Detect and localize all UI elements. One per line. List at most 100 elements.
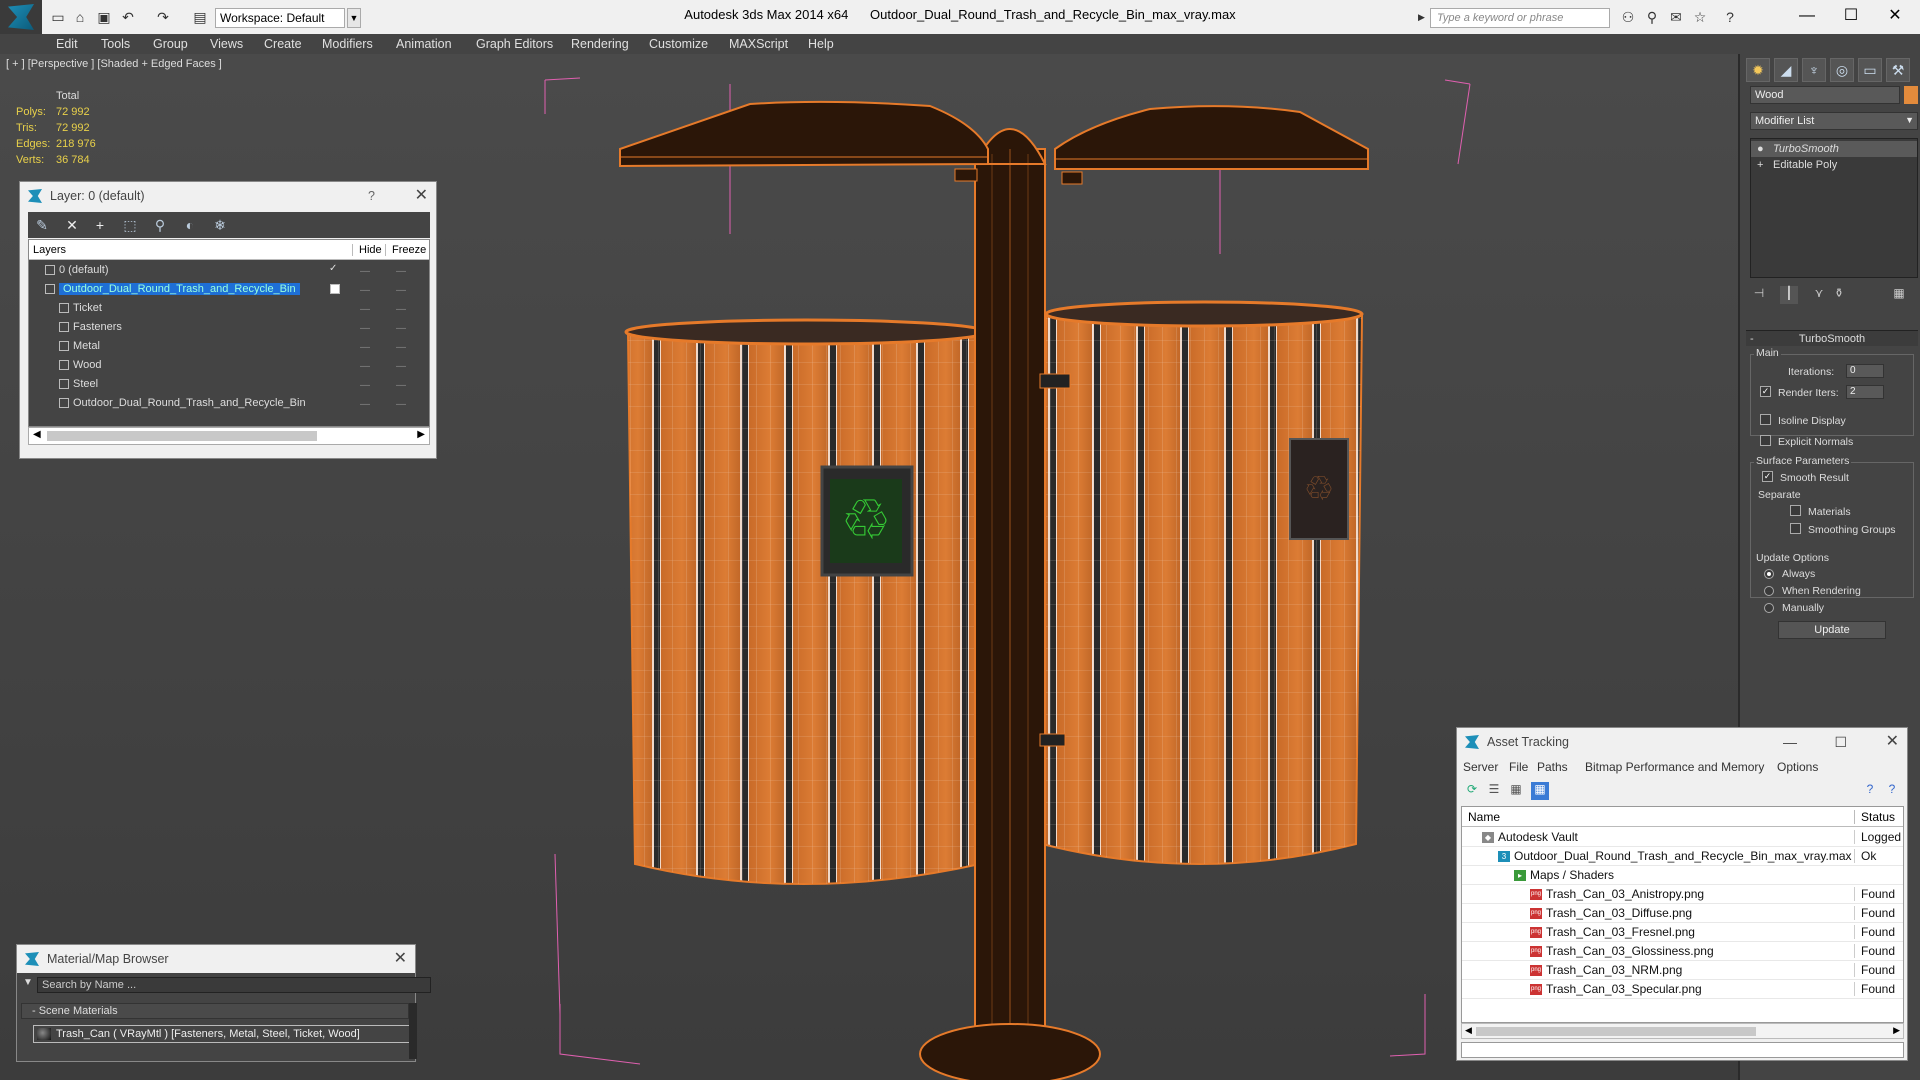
material-search-input[interactable]: Search by Name ... <box>37 977 431 993</box>
smoothing-groups-checkbox[interactable] <box>1790 523 1801 534</box>
asset-row[interactable]: 3 Outdoor_Dual_Round_Trash_and_Recycle_Bi… <box>1462 847 1903 866</box>
freeze-toggle[interactable]: — <box>396 285 406 296</box>
iterations-spinner[interactable]: 0 <box>1846 364 1884 378</box>
save-file-icon[interactable]: ▣ <box>96 9 112 25</box>
make-unique-icon[interactable]: ⋎ <box>1810 286 1828 304</box>
chevron-down-icon[interactable]: ▼ <box>347 8 361 28</box>
menu-options[interactable]: Options <box>1777 760 1818 774</box>
column-layers[interactable]: Layers <box>33 244 66 256</box>
render-iters-checkbox[interactable]: ✓ <box>1760 386 1771 397</box>
display-tab-icon[interactable]: ▭ <box>1858 58 1882 82</box>
asset-row[interactable]: png Trash_Can_03_Specular.png Found <box>1462 980 1903 999</box>
subscription-icon[interactable]: ⚲ <box>1644 9 1660 25</box>
menu-edit[interactable]: Edit <box>56 34 78 54</box>
scroll-left-icon[interactable]: ◀ <box>1465 1025 1472 1036</box>
asset-help-icon[interactable]: ? <box>1883 782 1901 800</box>
menu-bitmap-performance[interactable]: Bitmap Performance and Memory <box>1585 760 1764 774</box>
layer-row[interactable]: Wood — — <box>29 356 429 375</box>
minimize-button[interactable]: — <box>1783 728 1797 756</box>
hide-toggle[interactable]: — <box>360 266 370 277</box>
communication-icon[interactable]: ✉ <box>1668 9 1684 25</box>
highlight-layer-icon[interactable]: ⚲ <box>152 217 168 233</box>
workspace-dropdown[interactable]: Workspace: Default <box>215 8 345 28</box>
scroll-thumb[interactable] <box>47 431 317 441</box>
help-icon[interactable]: ? <box>368 182 375 210</box>
horizontal-scrollbar[interactable]: ◀ ▶ <box>1461 1023 1904 1039</box>
column-name[interactable]: Name <box>1468 810 1500 824</box>
hide-toggle[interactable]: — <box>360 361 370 372</box>
asset-row[interactable]: png Trash_Can_03_Glossiness.png Found <box>1462 942 1903 961</box>
vault-help-icon[interactable]: ? <box>1861 782 1879 800</box>
object-name-field[interactable]: Wood <box>1750 86 1900 104</box>
asset-row[interactable]: ▸ Maps / Shaders <box>1462 866 1903 885</box>
scroll-right-icon[interactable]: ▶ <box>1893 1025 1900 1036</box>
asset-panel-titlebar[interactable]: Asset Tracking — ☐ ✕ <box>1457 728 1907 756</box>
modify-tab-icon[interactable]: ◢ <box>1774 58 1798 82</box>
always-radio[interactable] <box>1764 569 1774 579</box>
expand-icon[interactable]: ▶ <box>1418 12 1425 23</box>
set-current-layer-icon[interactable] <box>330 284 340 294</box>
layer-row[interactable]: Steel — — <box>29 375 429 394</box>
manually-radio[interactable] <box>1764 603 1774 613</box>
show-end-result-icon[interactable]: ┃ <box>1780 286 1798 304</box>
menu-tools[interactable]: Tools <box>101 34 130 54</box>
asset-row[interactable]: png Trash_Can_03_NRM.png Found <box>1462 961 1903 980</box>
layer-row[interactable]: Metal — — <box>29 337 429 356</box>
menu-customize[interactable]: Customize <box>649 34 708 54</box>
binoculars-icon[interactable]: ⚇ <box>1620 9 1636 25</box>
hide-toggle[interactable]: — <box>360 304 370 315</box>
hide-toggle[interactable]: — <box>360 380 370 391</box>
pin-stack-icon[interactable]: ⊣ <box>1750 286 1768 304</box>
material-item[interactable]: Trash_Can ( VRayMtl ) [Fasteners, Metal,… <box>33 1025 415 1043</box>
stack-item-turbosmooth[interactable]: ● TurboSmooth <box>1751 141 1917 157</box>
column-status[interactable]: Status <box>1854 810 1895 824</box>
remove-modifier-icon[interactable]: ⚱ <box>1830 286 1848 304</box>
menu-help[interactable]: Help <box>808 34 834 54</box>
hide-toggle[interactable]: — <box>360 285 370 296</box>
close-icon[interactable]: ✕ <box>394 945 407 973</box>
configure-sets-icon[interactable]: ▦ <box>1890 286 1908 304</box>
update-button[interactable]: Update <box>1778 621 1886 639</box>
layer-row[interactable]: Ticket — — <box>29 299 429 318</box>
explicit-normals-checkbox[interactable] <box>1760 435 1771 446</box>
favorites-star-icon[interactable]: ☆ <box>1692 9 1708 25</box>
new-file-icon[interactable]: ▭ <box>50 9 66 25</box>
isoline-checkbox[interactable] <box>1760 414 1771 425</box>
menu-paths[interactable]: Paths <box>1537 760 1568 774</box>
scroll-thumb[interactable] <box>1476 1027 1756 1036</box>
modifier-list-dropdown[interactable]: Modifier List ▼ <box>1750 112 1918 130</box>
add-to-layer-icon[interactable]: + <box>92 217 108 233</box>
create-tab-icon[interactable]: ✹ <box>1746 58 1770 82</box>
expand-plus-icon[interactable]: + <box>1757 157 1763 173</box>
horizontal-scrollbar[interactable]: ◀ ▶ <box>28 427 430 445</box>
freeze-toggle[interactable]: — <box>396 399 406 410</box>
menu-rendering[interactable]: Rendering <box>571 34 629 54</box>
freeze-toggle[interactable]: — <box>396 323 406 334</box>
column-hide[interactable]: Hide <box>352 244 382 256</box>
scene-materials-group[interactable]: - Scene Materials <box>21 1003 409 1019</box>
motion-tab-icon[interactable]: ◎ <box>1830 58 1854 82</box>
object-color-swatch[interactable] <box>1904 86 1918 104</box>
table-view-icon[interactable]: ▦ <box>1531 782 1549 800</box>
search-input[interactable]: Type a keyword or phrase <box>1430 8 1610 28</box>
close-icon[interactable]: ✕ <box>415 182 428 210</box>
help-icon[interactable]: ? <box>1722 9 1738 25</box>
freeze-toggle[interactable]: — <box>396 266 406 277</box>
hide-all-icon[interactable]: ◐ <box>182 217 198 233</box>
freeze-all-icon[interactable]: ❄ <box>212 217 228 233</box>
delete-layer-icon[interactable]: ✕ <box>64 217 80 233</box>
menu-file[interactable]: File <box>1509 760 1528 774</box>
asset-path-field[interactable] <box>1461 1042 1904 1058</box>
menu-group[interactable]: Group <box>153 34 188 54</box>
minimize-button[interactable]: — <box>1784 4 1830 28</box>
hide-toggle[interactable]: — <box>360 323 370 334</box>
layer-row[interactable]: Fasteners — — <box>29 318 429 337</box>
open-file-icon[interactable]: ⌂ <box>72 9 88 25</box>
menu-graph-editors[interactable]: Graph Editors <box>476 34 553 54</box>
maximize-button[interactable]: ☐ <box>1834 728 1847 756</box>
scroll-left-icon[interactable]: ◀ <box>33 429 41 440</box>
asset-row[interactable]: png Trash_Can_03_Diffuse.png Found <box>1462 904 1903 923</box>
undo-icon[interactable]: ↶ <box>120 9 136 25</box>
close-icon[interactable]: ✕ <box>1886 728 1899 756</box>
app-menu-button[interactable] <box>0 0 42 34</box>
